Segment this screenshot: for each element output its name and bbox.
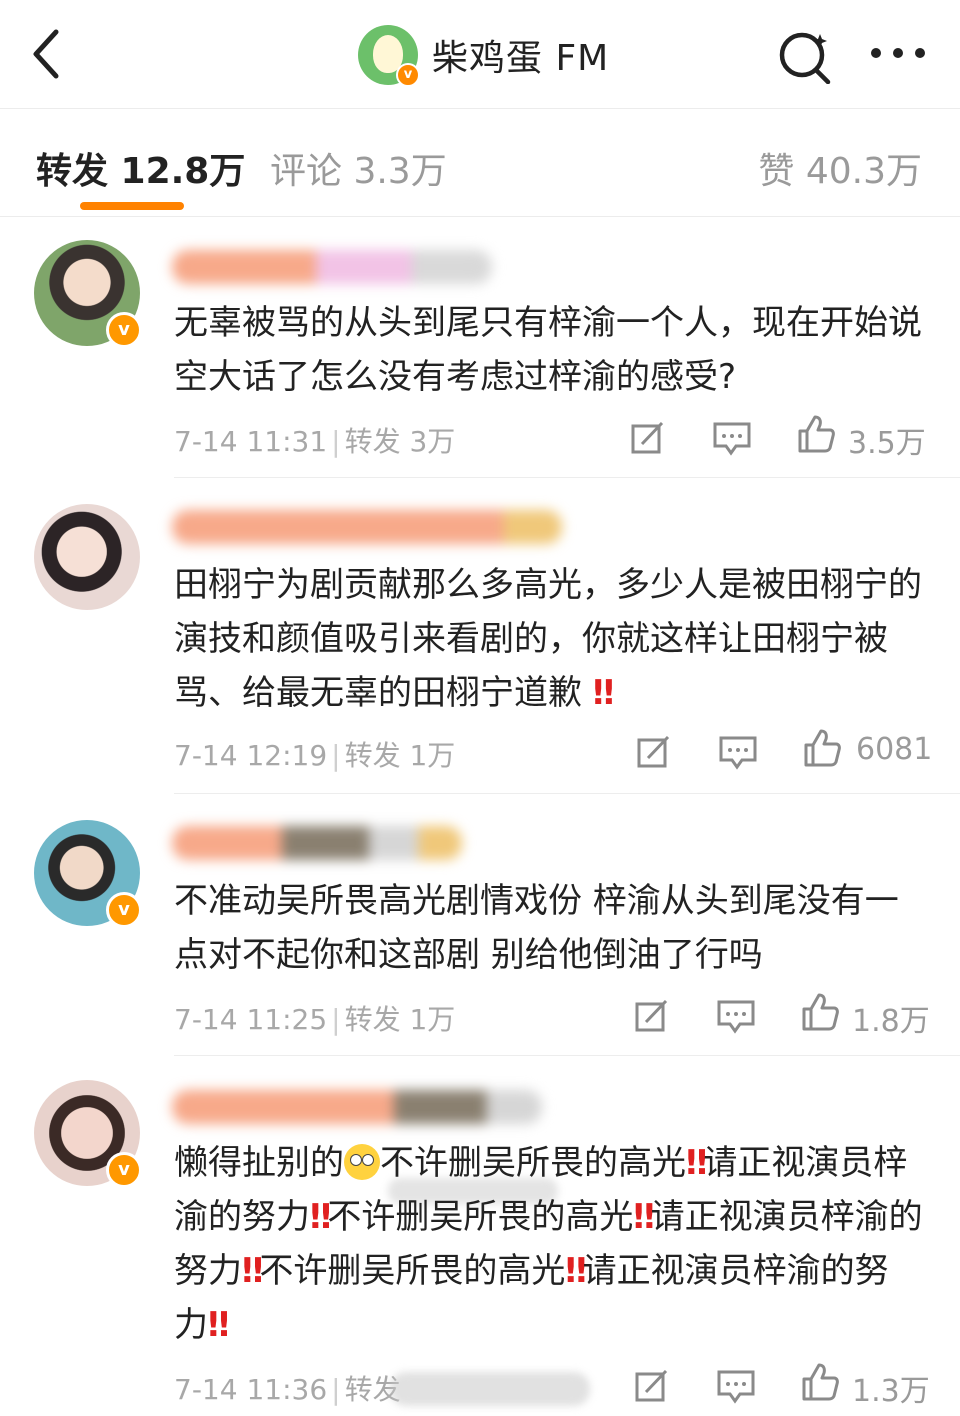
double-exclamation-icon: ‼ xyxy=(633,1197,654,1237)
double-exclamation-icon: ‼ xyxy=(310,1197,331,1237)
account-name: 柴鸡蛋 FM xyxy=(432,38,610,79)
like-count: 3.5万 xyxy=(848,426,926,461)
avatar[interactable]: v xyxy=(34,240,142,348)
more-button[interactable] xyxy=(866,38,930,68)
avatar[interactable]: v xyxy=(34,1080,142,1188)
like-icon[interactable] xyxy=(800,992,840,1032)
verified-icon: v xyxy=(106,1152,142,1188)
repost-meta: 7-14 12:19 | 转发 1万 xyxy=(174,739,456,772)
like-icon[interactable] xyxy=(800,1362,840,1402)
list-item[interactable]: v 无辜被骂的从头到尾只有梓渝一个人，现在开始说空大话了怎么没有考虑过梓渝的感受… xyxy=(0,216,960,478)
avatar[interactable] xyxy=(34,504,140,610)
repost-count: 转发 1万 xyxy=(344,1003,456,1036)
like-icon[interactable] xyxy=(802,728,842,768)
tab-bar: 转发 12.8万 评论 3.3万 赞 40.3万 xyxy=(0,108,960,217)
user-name[interactable] xyxy=(172,826,462,860)
repost-meta: 7-14 11:36 | 转发 xyxy=(174,1373,401,1406)
comment-icon[interactable] xyxy=(718,734,758,770)
timestamp: 7-14 12:19 xyxy=(174,739,328,772)
user-name[interactable] xyxy=(172,510,562,544)
double-exclamation-icon: ‼ xyxy=(592,673,614,713)
active-tab-indicator xyxy=(80,202,184,210)
back-button[interactable] xyxy=(28,24,84,84)
tab-reposts[interactable]: 转发 12.8万 xyxy=(36,142,245,194)
comment-icon[interactable] xyxy=(716,998,756,1034)
back-arrow-icon xyxy=(33,29,59,79)
timestamp: 7-14 11:36 xyxy=(174,1373,328,1406)
like-count: 1.8万 xyxy=(852,1004,930,1039)
comment-icon[interactable] xyxy=(716,1368,756,1404)
timestamp: 7-14 11:31 xyxy=(174,425,328,458)
more-icon xyxy=(871,48,925,58)
double-exclamation-icon: ‼ xyxy=(242,1251,263,1291)
share-icon[interactable] xyxy=(634,998,670,1034)
like-count: 1.3万 xyxy=(852,1374,930,1409)
repost-meta: 7-14 11:31 | 转发 3万 xyxy=(174,425,456,458)
verified-icon: v xyxy=(396,63,420,87)
double-exclamation-icon: ‼ xyxy=(208,1305,229,1345)
share-icon[interactable] xyxy=(636,734,672,770)
repost-text: 无辜被骂的从头到尾只有梓渝一个人，现在开始说空大话了怎么没有考虑过梓渝的感受? xyxy=(174,303,922,397)
double-exclamation-icon: ‼ xyxy=(565,1251,586,1291)
top-bar: v 柴鸡蛋 FM xyxy=(0,0,960,109)
repost-text: 懒得扯别的 不许删吴所畏的高光‼请正视演员梓渝的努力‼不许删吴所畏的高光‼请正视演… xyxy=(174,1143,923,1345)
search-button[interactable] xyxy=(776,28,832,85)
repost-count: 转发 1万 xyxy=(344,739,456,772)
repost-text: 田栩宁为剧贡献那么多高光，多少人是被田栩宁的演技和颜值吸引来看剧的，你就这样让田… xyxy=(174,565,922,713)
user-name[interactable] xyxy=(172,250,492,284)
account-title[interactable]: v 柴鸡蛋 FM xyxy=(358,24,610,87)
verified-icon: v xyxy=(106,312,142,348)
verified-icon: v xyxy=(106,892,142,928)
user-name[interactable] xyxy=(172,1090,542,1124)
avatar[interactable]: v xyxy=(34,820,142,928)
like-count: 6081 xyxy=(856,732,933,767)
account-logo: v xyxy=(358,25,420,87)
search-icon xyxy=(779,32,831,85)
tab-likes[interactable]: 赞 40.3万 xyxy=(758,142,922,194)
double-exclamation-icon: ‼ xyxy=(686,1143,707,1183)
share-icon[interactable] xyxy=(630,420,666,456)
tab-comments[interactable]: 评论 3.3万 xyxy=(270,142,447,194)
list-item[interactable]: v 懒得扯别的 不许删吴所畏的高光‼请正视演员梓渝的努力‼不许删吴所畏的高光‼请正… xyxy=(0,1056,960,1416)
like-icon[interactable] xyxy=(796,414,836,454)
repost-count: 转发 3万 xyxy=(344,425,456,458)
share-icon[interactable] xyxy=(634,1368,670,1404)
watermark xyxy=(390,1372,590,1406)
timestamp: 7-14 11:25 xyxy=(174,1003,328,1036)
eye-roll-emoji-icon xyxy=(344,1144,380,1180)
list-item[interactable]: v 不准动吴所畏高光剧情戏份 梓渝从头到尾没有一点对不起你和这部剧 别给他倒油了… xyxy=(0,794,960,1056)
repost-meta: 7-14 11:25 | 转发 1万 xyxy=(174,1003,456,1036)
list-item[interactable]: 田栩宁为剧贡献那么多高光，多少人是被田栩宁的演技和颜值吸引来看剧的，你就这样让田… xyxy=(0,478,960,1204)
comment-icon[interactable] xyxy=(712,420,752,456)
repost-text: 不准动吴所畏高光剧情戏份 梓渝从头到尾没有一点对不起你和这部剧 别给他倒油了行吗 xyxy=(174,881,899,975)
